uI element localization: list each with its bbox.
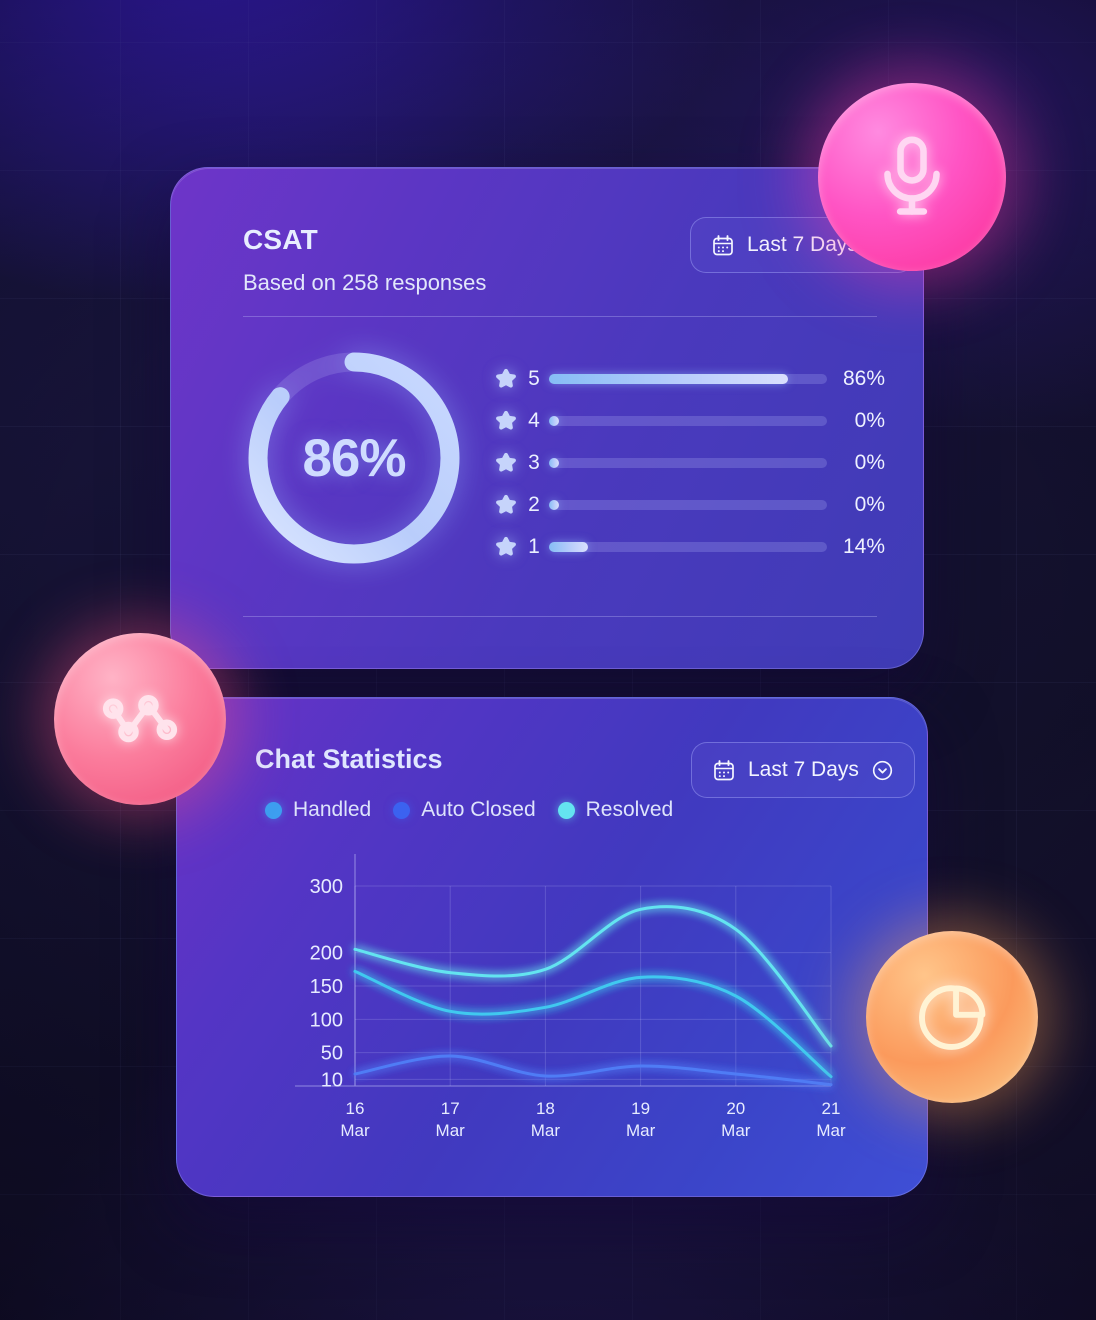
- chart-y-tick-label: 10: [321, 1069, 343, 1091]
- chart-y-tick-label: 200: [310, 943, 343, 965]
- pie-chart-icon: [919, 985, 986, 1050]
- csat-score-label: 86%: [302, 428, 406, 488]
- chart-x-tick-day: 17: [441, 1099, 460, 1118]
- csat-header: CSAT Based on 258 responses: [243, 224, 486, 296]
- rating-row: 5 86%: [493, 358, 885, 400]
- rating-percent-label: 86%: [842, 367, 885, 390]
- legend-color-dot: [557, 801, 575, 819]
- rating-bar-track: [549, 374, 827, 384]
- rating-percent-label: 0%: [854, 451, 885, 474]
- chart-axes: [295, 854, 831, 1087]
- star-icon: [496, 368, 516, 388]
- legend-item[interactable]: Handled: [265, 798, 371, 822]
- star-icon: [496, 452, 516, 472]
- csat-donut-chart: 86%: [239, 343, 469, 573]
- chat-date-filter-button[interactable]: Last 7 Days: [691, 742, 915, 798]
- chart-y-tick-label: 150: [310, 976, 343, 998]
- chart-x-tick-day: 20: [726, 1099, 745, 1118]
- star-icon: [496, 536, 516, 556]
- csat-title: CSAT: [243, 224, 318, 255]
- rating-percent-label: 0%: [854, 493, 885, 516]
- rating-star-count: 5: [528, 367, 540, 390]
- rating-bar-track: [549, 458, 827, 468]
- csat-subtitle: Based on 258 responses: [243, 270, 487, 295]
- chart-x-tick-month: Mar: [816, 1121, 846, 1140]
- line-chart-badge[interactable]: [54, 633, 226, 805]
- chart-x-tick-day: 18: [536, 1099, 555, 1118]
- rating-bar-fill: [549, 500, 559, 510]
- chat-statistics-title: Chat Statistics: [255, 744, 443, 774]
- rating-bar-track: [549, 416, 827, 426]
- rating-bar-track: [549, 542, 827, 552]
- legend-color-dot: [265, 801, 282, 819]
- chart-y-tick-label: 50: [321, 1043, 343, 1065]
- legend-label: Auto Closed: [421, 798, 536, 821]
- chevron-down-icon: [872, 760, 893, 780]
- chart-y-tick-label: 100: [310, 1009, 343, 1031]
- rating-row: 4 0%: [493, 400, 885, 442]
- rating-bar-fill: [549, 416, 559, 426]
- legend-label: Handled: [293, 798, 372, 821]
- chart-legend: Handled Auto Closed Resolved: [265, 798, 673, 822]
- chart-series-line: [353, 969, 833, 1079]
- rating-star-count: 2: [528, 493, 540, 516]
- rating-row: 1 14%: [493, 526, 885, 568]
- rating-row: 3 0%: [493, 442, 885, 484]
- chart-y-tick-label: 300: [310, 876, 343, 898]
- csat-card: CSAT Based on 258 responses Last 7 Days: [170, 167, 924, 669]
- chart-series-line: [353, 905, 833, 1048]
- rating-bar-track: [549, 500, 827, 510]
- chat-statistics-card: Chat Statistics Last 7 Days Handled Auto …: [176, 697, 928, 1197]
- csat-divider-top: [243, 316, 877, 317]
- calendar-icon: [713, 234, 733, 255]
- rating-row: 2 0%: [493, 484, 885, 526]
- chart-x-tick-month: Mar: [436, 1121, 466, 1140]
- star-icon: [496, 494, 516, 514]
- chat-statistics-line-chart: 300 200 150 100 50 10 16 Mar 17 Mar 18 Mar 19 Mar 20 Ma…: [287, 848, 847, 1163]
- chart-x-tick-month: Mar: [340, 1121, 370, 1140]
- rating-bar-fill: [549, 374, 789, 384]
- microphone-icon: [884, 136, 940, 215]
- chat-date-filter-label: Last 7 Days: [748, 758, 859, 781]
- calendar-icon: [714, 759, 734, 780]
- line-chart-icon: [102, 694, 178, 743]
- chart-x-tick-day: 16: [346, 1099, 365, 1118]
- chart-x-tick-day: 19: [631, 1099, 650, 1118]
- star-icon: [496, 410, 516, 430]
- rating-bar-fill: [549, 458, 559, 468]
- legend-color-dot: [393, 801, 411, 819]
- csat-divider-bottom: [243, 616, 877, 617]
- microphone-badge[interactable]: [818, 83, 1006, 271]
- legend-label: Resolved: [585, 798, 674, 821]
- chart-series-line: [353, 1054, 833, 1087]
- csat-rating-list: 5 86% 4 0% 3 0% 2 0% 1 14%: [493, 358, 885, 568]
- legend-item[interactable]: Resolved: [557, 798, 674, 822]
- rating-percent-label: 14%: [842, 535, 885, 558]
- rating-star-count: 4: [528, 409, 540, 432]
- rating-star-count: 3: [528, 451, 540, 474]
- rating-star-count: 1: [528, 535, 540, 558]
- rating-percent-label: 0%: [854, 409, 885, 432]
- chart-x-tick-month: Mar: [626, 1121, 656, 1140]
- chart-x-tick-day: 21: [822, 1099, 841, 1118]
- legend-item[interactable]: Auto Closed: [393, 798, 536, 822]
- chart-x-tick-month: Mar: [721, 1121, 751, 1140]
- pie-chart-badge[interactable]: [866, 931, 1038, 1103]
- rating-bar-fill: [549, 542, 588, 552]
- chart-x-tick-month: Mar: [531, 1121, 561, 1140]
